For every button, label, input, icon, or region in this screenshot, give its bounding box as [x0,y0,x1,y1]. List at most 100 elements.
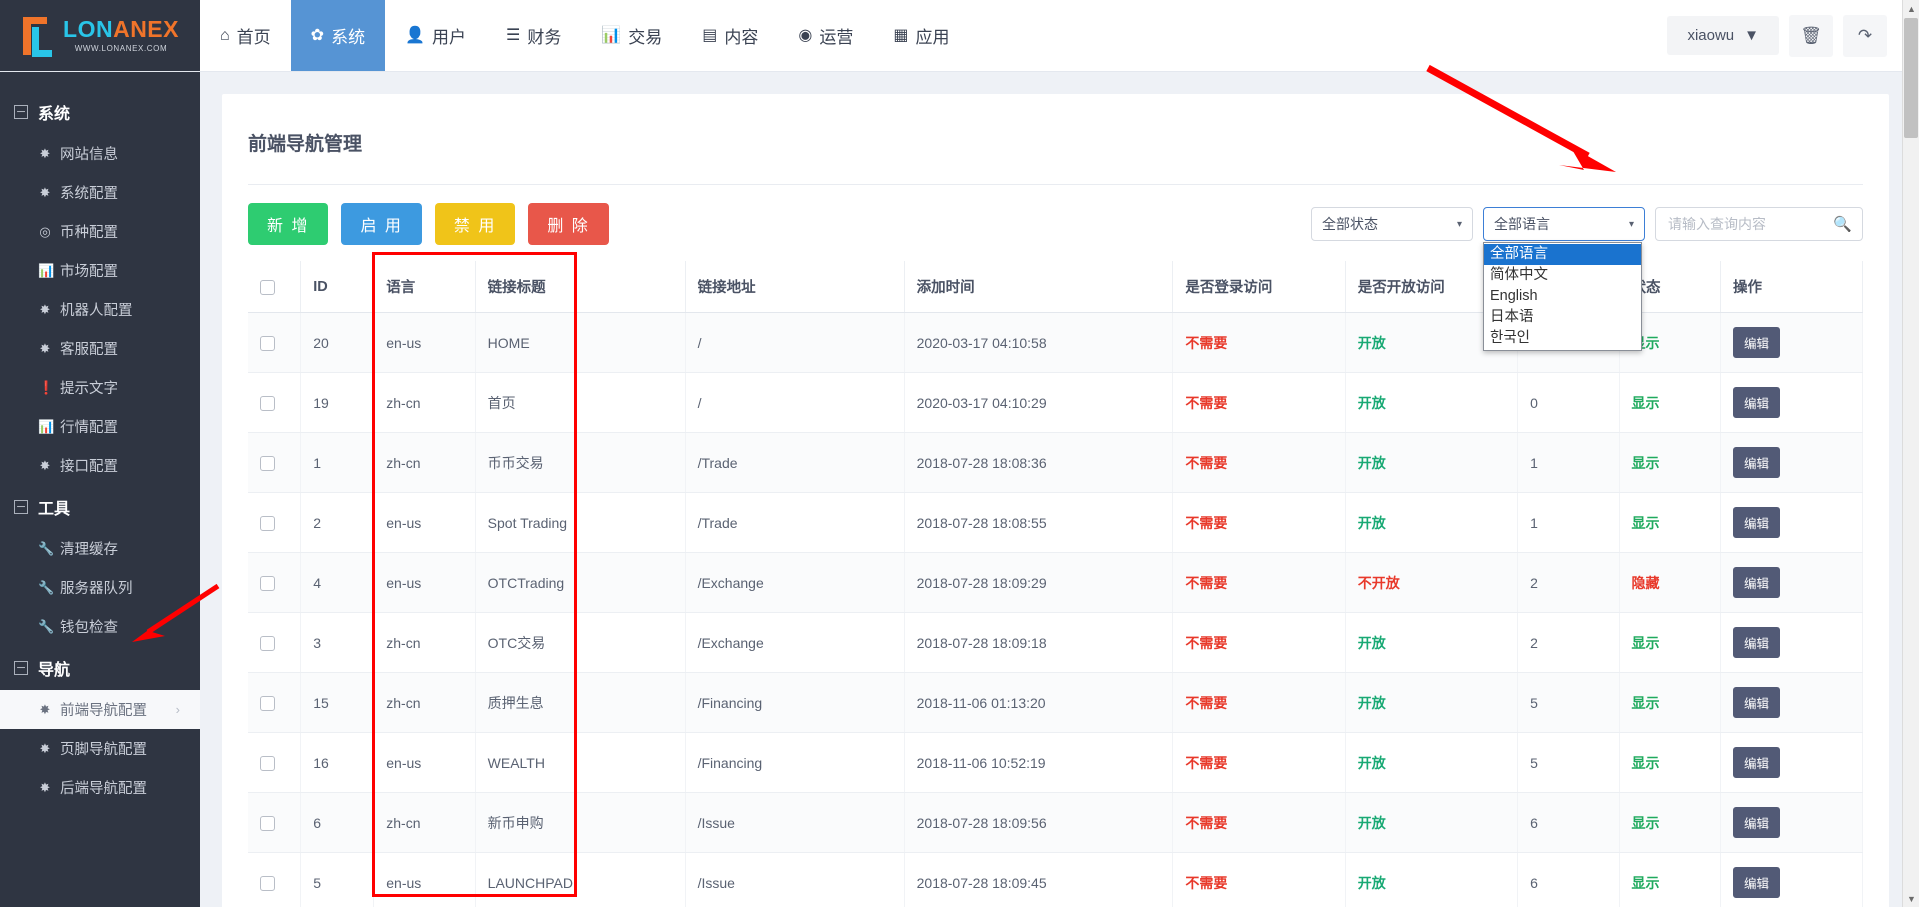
topnav-item-system[interactable]: ✿ 系统 [291,0,385,71]
row-checkbox[interactable] [260,516,275,531]
sidebar-item-market-config[interactable]: 📊 市场配置 [0,251,200,290]
row-checkbox[interactable] [260,876,275,891]
cell-link-url: / [685,373,904,433]
page-scrollbar[interactable]: ▲ ▼ [1902,0,1919,907]
topnav-item-finance[interactable]: ☰ 财务 [486,0,581,71]
sidebar-item-site-info[interactable]: ✸ 网站信息 [0,134,200,173]
sidebar-item-system-config[interactable]: ✸ 系统配置 [0,173,200,212]
trash-icon: 🗑 [1800,26,1822,46]
cell-actions: 编辑 [1720,373,1862,433]
clear-cache-button[interactable]: 🗑 [1789,15,1833,57]
edit-button[interactable]: 编辑 [1733,687,1780,718]
gear-icon: ✸ [38,458,52,474]
select-all-checkbox[interactable] [260,280,275,295]
language-option-english[interactable]: English [1484,286,1641,307]
row-checkbox-cell [248,313,301,373]
row-checkbox[interactable] [260,816,275,831]
language-option-korean[interactable]: 한국인 [1484,328,1641,349]
cell-link-url: /Exchange [685,553,904,613]
language-select[interactable]: 全部语言 ▾ [1483,207,1645,241]
language-dropdown-list[interactable]: 全部语言 简体中文 English 日本语 한국인 [1483,242,1642,351]
delete-button[interactable]: 删 除 [528,203,608,245]
edit-button[interactable]: 编辑 [1733,387,1780,418]
scroll-up-arrow[interactable]: ▲ [1903,0,1919,17]
topnav-item-operations[interactable]: ◉ 运营 [778,0,873,71]
cell-link-url: / [685,313,904,373]
scroll-down-arrow[interactable]: ▼ [1903,890,1919,907]
topnav-item-home[interactable]: ⌂ 首页 [200,0,291,71]
cell-actions: 编辑 [1720,853,1862,907]
sidebar-item-coin-config[interactable]: ◎ 币种配置 [0,212,200,251]
edit-button[interactable]: 编辑 [1733,627,1780,658]
edit-button[interactable]: 编辑 [1733,567,1780,598]
brand-logo[interactable]: LONANEX WWW.LONANEX.COM [0,0,200,71]
gear-icon: ✸ [38,780,52,796]
sidebar-group-tools[interactable]: ─ 工具 [0,485,200,529]
topnav-item-apps[interactable]: ▦ 应用 [873,0,969,71]
status-select[interactable]: 全部状态 ▾ [1311,207,1473,241]
top-bar: LONANEX WWW.LONANEX.COM ⌂ 首页 ✿ 系统 👤 用户 ☰… [0,0,1919,72]
cell-add-time: 2018-07-28 18:09:56 [904,793,1173,853]
cell-login-required: 不需要 [1173,673,1345,733]
user-menu-button[interactable]: xiaowu ▼ [1667,16,1779,55]
enable-button[interactable]: 启 用 [341,203,421,245]
row-checkbox[interactable] [260,336,275,351]
sidebar-item-footer-nav-config[interactable]: ✸ 页脚导航配置 [0,729,200,768]
edit-button[interactable]: 编辑 [1733,507,1780,538]
topnav-item-trade[interactable]: 📊 交易 [581,0,682,71]
row-checkbox[interactable] [260,576,275,591]
chevron-down-icon: ▾ [1457,219,1462,230]
search-box[interactable]: 🔍 [1655,207,1863,241]
language-option-all[interactable]: 全部语言 [1484,244,1641,265]
sidebar-item-frontend-nav-config[interactable]: ✸ 前端导航配置 › [0,690,200,729]
logout-button[interactable]: ↷ [1843,15,1887,57]
row-checkbox[interactable] [260,396,275,411]
topnav-item-user[interactable]: 👤 用户 [385,0,486,71]
row-checkbox[interactable] [260,696,275,711]
table-row: 6zh-cn新币申购/Issue2018-07-28 18:09:56不需要开放… [248,793,1863,853]
disable-button[interactable]: 禁 用 [435,203,515,245]
sidebar-item-support-config[interactable]: ✸ 客服配置 [0,329,200,368]
table-row: 2en-usSpot Trading/Trade2018-07-28 18:08… [248,493,1863,553]
sidebar-item-clear-cache[interactable]: 🔧 清理缓存 [0,529,200,568]
cell-link-url: /Issue [685,793,904,853]
topnav-label: 内容 [724,23,758,48]
sidebar-item-server-queue[interactable]: 🔧 服务器队列 [0,568,200,607]
cell-link-title: 币币交易 [475,433,685,493]
cell-login-required-value: 不需要 [1185,695,1227,711]
edit-button[interactable]: 编辑 [1733,807,1780,838]
scrollbar-thumb[interactable] [1904,18,1918,138]
sidebar-item-wallet-check[interactable]: 🔧 钱包检查 [0,607,200,646]
cell-open-access: 开放 [1345,793,1517,853]
topnav-item-content[interactable]: ▤ 内容 [682,0,778,71]
user-name: xiaowu [1687,27,1734,44]
gear-icon: ✸ [38,302,52,318]
table-row: 19zh-cn首页/2020-03-17 04:10:29不需要开放0显示编辑 [248,373,1863,433]
edit-button[interactable]: 编辑 [1733,867,1780,898]
sidebar-item-robot-config[interactable]: ✸ 机器人配置 [0,290,200,329]
sidebar-group-navigation[interactable]: ─ 导航 [0,646,200,690]
topnav-label: 用户 [432,23,466,48]
language-option-japanese[interactable]: 日本语 [1484,307,1641,328]
sidebar-item-backend-nav-config[interactable]: ✸ 后端导航配置 [0,768,200,807]
cell-state: 显示 [1619,493,1720,553]
cell-open-access: 开放 [1345,433,1517,493]
row-checkbox[interactable] [260,756,275,771]
sidebar-item-quote-config[interactable]: 📊 行情配置 [0,407,200,446]
sidebar-item-prompt-text[interactable]: ❗ 提示文字 [0,368,200,407]
edit-button[interactable]: 编辑 [1733,327,1780,358]
add-button[interactable]: 新 增 [248,203,328,245]
row-checkbox[interactable] [260,456,275,471]
search-input[interactable] [1666,215,1829,233]
chevron-right-icon: › [176,702,180,717]
sidebar-item-api-config[interactable]: ✸ 接口配置 [0,446,200,485]
language-option-simplified-chinese[interactable]: 简体中文 [1484,265,1641,286]
edit-button[interactable]: 编辑 [1733,447,1780,478]
sidebar-group-system[interactable]: ─ 系统 [0,90,200,134]
edit-button[interactable]: 编辑 [1733,747,1780,778]
cell-add-time: 2018-07-28 18:08:36 [904,433,1173,493]
cell-id: 2 [301,493,374,553]
header-link-url: 链接地址 [685,261,904,313]
search-icon[interactable]: 🔍 [1833,215,1852,233]
row-checkbox[interactable] [260,636,275,651]
